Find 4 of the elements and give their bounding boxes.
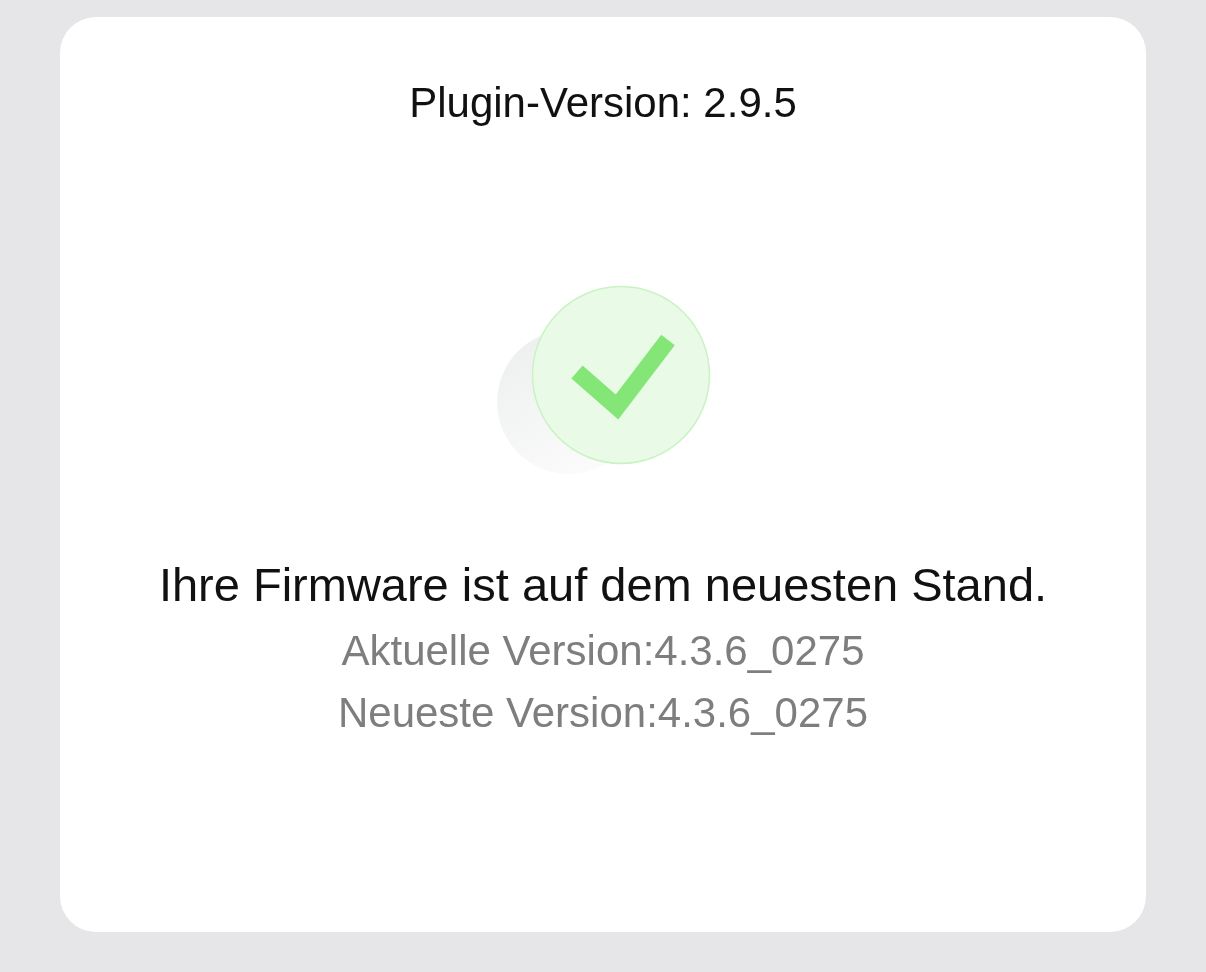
plugin-version: Plugin-Version: 2.9.5 [409, 78, 797, 128]
version-line: Neueste Version:4.3.6_0275 [337, 688, 869, 738]
status-title: Ihre Firmware ist auf dem neuesten Stand. [158, 557, 1048, 613]
version-line: Aktuelle Version:4.3.6_0275 [341, 626, 865, 676]
